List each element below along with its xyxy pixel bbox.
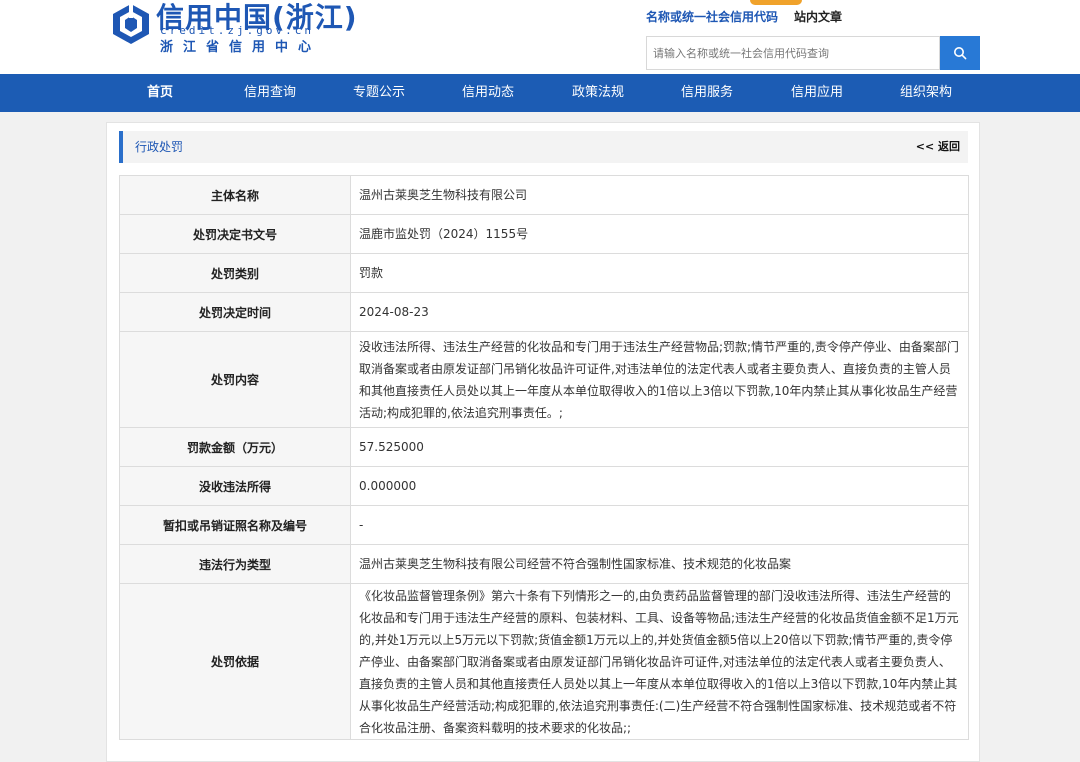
field-value: 57.525000 (350, 427, 969, 467)
field-value: 0.000000 (350, 466, 969, 506)
field-value: - (350, 505, 969, 545)
nav-item-policies[interactable]: 政策法规 (543, 74, 653, 112)
site-header: 信用中国(浙江) credit.zj.gov.cn 浙江省信用中心 名称或统一社… (0, 0, 1080, 74)
search-box (646, 36, 940, 70)
field-label: 主体名称 (119, 175, 351, 215)
nav-item-credit-applications[interactable]: 信用应用 (762, 74, 872, 112)
search-type-name-code[interactable]: 名称或统一社会信用代码 (646, 8, 778, 25)
search-type-articles[interactable]: 站内文章 (794, 8, 842, 25)
field-label: 处罚类别 (119, 253, 351, 293)
table-row: 没收违法所得 0.000000 (119, 466, 969, 506)
nav-item-special-disclosure[interactable]: 专题公示 (324, 74, 434, 112)
table-row: 处罚决定时间 2024-08-23 (119, 292, 969, 332)
penalty-detail-table: 主体名称 温州古莱奥芝生物科技有限公司 处罚决定书文号 温鹿市监处罚（2024）… (119, 175, 969, 740)
search-button[interactable] (940, 36, 980, 70)
section-title: 行政处罚 (135, 140, 184, 154)
field-value: 温州古莱奥芝生物科技有限公司 (350, 175, 969, 215)
field-label: 处罚依据 (119, 583, 351, 740)
field-value: 罚款 (350, 253, 969, 293)
main-nav: 首页 信用查询 专题公示 信用动态 政策法规 信用服务 信用应用 组织架构 (0, 74, 1080, 112)
field-label: 暂扣或吊销证照名称及编号 (119, 505, 351, 545)
table-row: 主体名称 温州古莱奥芝生物科技有限公司 (119, 175, 969, 215)
field-value: 2024-08-23 (350, 292, 969, 332)
search-input[interactable] (647, 37, 933, 69)
section-header: 行政处罚 << 返回 (119, 131, 968, 163)
field-label: 处罚决定书文号 (119, 214, 351, 254)
nav-item-home[interactable]: 首页 (105, 74, 215, 112)
field-label: 没收违法所得 (119, 466, 351, 506)
logo-emblem-icon (113, 2, 149, 44)
logo-subtitle: 浙江省信用中心 (160, 40, 322, 55)
back-link[interactable]: << 返回 (916, 131, 960, 163)
site-logo[interactable]: 信用中国(浙江) credit.zj.gov.cn 浙江省信用中心 (110, 0, 357, 60)
field-label: 处罚决定时间 (119, 292, 351, 332)
table-row: 处罚类别 罚款 (119, 253, 969, 293)
table-row: 处罚依据 《化妆品监督管理条例》第六十条有下列情形之一的,由负责药品监督管理的部… (119, 583, 969, 740)
field-value: 温鹿市监处罚（2024）1155号 (350, 214, 969, 254)
nav-item-credit-query[interactable]: 信用查询 (215, 74, 325, 112)
nav-item-organization[interactable]: 组织架构 (871, 74, 981, 112)
search-icon (954, 47, 967, 60)
field-value: 《化妆品监督管理条例》第六十条有下列情形之一的,由负责药品监督管理的部门没收违法… (350, 583, 969, 740)
table-row: 处罚内容 没收违法所得、违法生产经营的化妆品和专门用于违法生产经营物品;罚款;情… (119, 331, 969, 428)
nav-item-credit-services[interactable]: 信用服务 (652, 74, 762, 112)
table-row: 违法行为类型 温州古莱奥芝生物科技有限公司经营不符合强制性国家标准、技术规范的化… (119, 544, 969, 584)
field-label: 违法行为类型 (119, 544, 351, 584)
table-row: 暂扣或吊销证照名称及编号 - (119, 505, 969, 545)
field-value: 温州古莱奥芝生物科技有限公司经营不符合强制性国家标准、技术规范的化妆品案 (350, 544, 969, 584)
active-search-type-indicator (750, 0, 802, 5)
field-label: 处罚内容 (119, 331, 351, 428)
nav-item-credit-news[interactable]: 信用动态 (433, 74, 543, 112)
table-row: 罚款金额（万元） 57.525000 (119, 427, 969, 467)
field-value: 没收违法所得、违法生产经营的化妆品和专门用于违法生产经营物品;罚款;情节严重的,… (350, 331, 969, 428)
content-panel: 行政处罚 << 返回 主体名称 温州古莱奥芝生物科技有限公司 处罚决定书文号 温… (106, 122, 980, 762)
field-label: 罚款金额（万元） (119, 427, 351, 467)
table-row: 处罚决定书文号 温鹿市监处罚（2024）1155号 (119, 214, 969, 254)
